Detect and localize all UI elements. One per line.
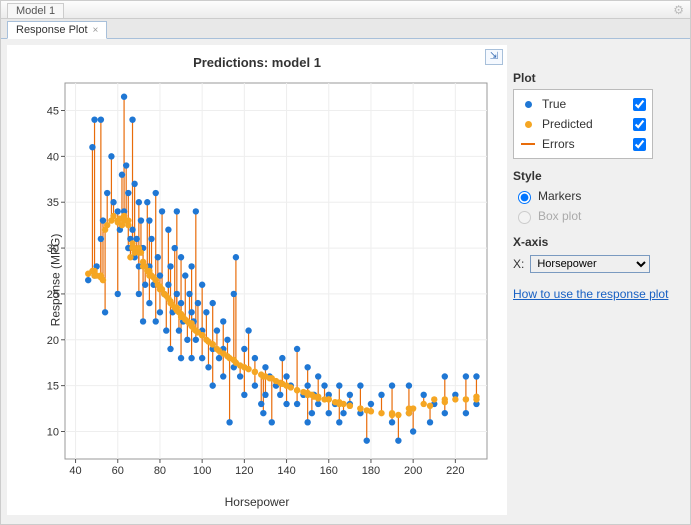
svg-text:140: 140 (277, 465, 295, 477)
style-boxplot-radio: Box plot (513, 207, 684, 225)
legend-predicted[interactable]: Predicted (520, 114, 646, 134)
x-axis-label: Horsepower (7, 495, 507, 509)
svg-text:45: 45 (47, 106, 59, 118)
svg-text:40: 40 (47, 151, 59, 163)
xaxis-heading: X-axis (513, 235, 684, 249)
boxplot-radio-input (518, 211, 531, 224)
svg-text:20: 20 (47, 335, 59, 347)
legend-true-label: True (542, 97, 627, 111)
boxplot-radio-label: Box plot (538, 209, 581, 223)
style-heading: Style (513, 169, 684, 183)
legend-predicted-label: Predicted (542, 117, 627, 131)
xaxis-label: X: (513, 257, 524, 271)
svg-text:80: 80 (154, 465, 166, 477)
scatter-plot: 40 60 80 100 120 140 160 180 200 220 10 15 20 25 30 35 4… (47, 75, 497, 485)
svg-text:25: 25 (47, 289, 59, 301)
svg-text:40: 40 (69, 465, 81, 477)
chart-title: Predictions: model 1 (7, 55, 507, 70)
svg-text:200: 200 (404, 465, 422, 477)
help-link[interactable]: How to use the response plot (513, 287, 684, 301)
svg-text:30: 30 (47, 243, 59, 255)
legend-true[interactable]: True (520, 94, 646, 114)
svg-text:10: 10 (47, 426, 59, 438)
gear-icon[interactable]: ⚙ (673, 3, 684, 17)
plot-figure: ⇲ Predictions: model 1 Response (MPG) Ho… (7, 45, 507, 515)
legend-errors-checkbox[interactable] (633, 138, 646, 151)
svg-text:100: 100 (193, 465, 211, 477)
markers-radio-input[interactable] (518, 191, 531, 204)
markers-radio-label: Markers (538, 189, 581, 203)
svg-text:60: 60 (112, 465, 124, 477)
plot-heading: Plot (513, 71, 684, 85)
svg-text:120: 120 (235, 465, 253, 477)
tab-label: Response Plot (16, 24, 88, 36)
style-markers-radio[interactable]: Markers (513, 187, 684, 205)
legend-errors[interactable]: Errors (520, 134, 646, 154)
xaxis-select[interactable]: Horsepower (530, 255, 650, 273)
svg-text:180: 180 (362, 465, 380, 477)
close-icon[interactable]: × (93, 25, 99, 36)
true-marker-icon (520, 101, 536, 108)
svg-text:35: 35 (47, 197, 59, 209)
legend-errors-label: Errors (542, 137, 627, 151)
model-tab[interactable]: Model 1 (7, 3, 64, 18)
svg-text:220: 220 (446, 465, 464, 477)
errors-line-icon (520, 143, 536, 145)
svg-text:160: 160 (320, 465, 338, 477)
predicted-marker-icon (520, 121, 536, 128)
svg-text:15: 15 (47, 381, 59, 393)
legend-box: True Predicted Errors (513, 89, 653, 159)
tab-response-plot[interactable]: Response Plot × (7, 21, 107, 39)
legend-true-checkbox[interactable] (633, 98, 646, 111)
legend-predicted-checkbox[interactable] (633, 118, 646, 131)
